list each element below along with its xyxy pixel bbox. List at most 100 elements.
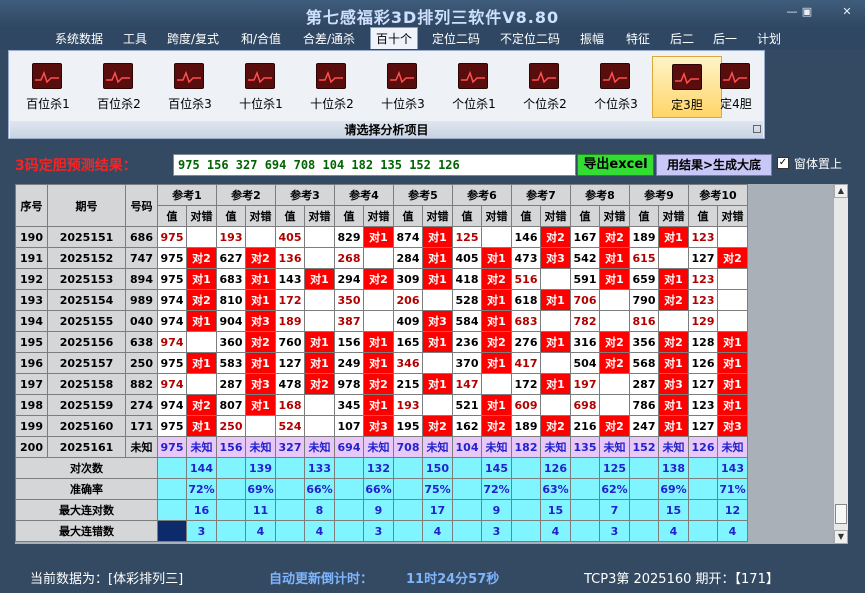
header-hit[interactable]: 对错 <box>540 205 571 227</box>
header-period[interactable]: 期号 <box>47 184 126 227</box>
ribbon-button[interactable]: 定4胆 <box>709 56 763 118</box>
table-row[interactable]: 193 2025154 989 974 对2 810 对1 172 350 206 528 对1 618… <box>15 289 748 311</box>
scroll-down-icon[interactable]: ▼ <box>834 530 848 544</box>
menu-item[interactable]: 特征 <box>626 30 650 47</box>
ribbon-button[interactable]: 十位杀2 <box>297 56 367 118</box>
topmost-checkbox[interactable]: ✓ <box>777 157 789 169</box>
menu-item[interactable]: 振幅 <box>580 30 604 47</box>
header-ref[interactable]: 参考7 <box>511 184 571 206</box>
header-hit[interactable]: 对错 <box>422 205 453 227</box>
ref-value-cell: 172 <box>275 289 305 311</box>
menu-item[interactable]: 百十个 <box>370 27 419 49</box>
header-ref[interactable]: 参考2 <box>216 184 276 206</box>
table-row[interactable]: 194 2025155 040 974 对1 904 对3 189 387 409 对3 584 对1 6… <box>15 310 748 332</box>
scroll-up-icon[interactable]: ▲ <box>834 184 848 198</box>
scroll-thumb[interactable] <box>835 504 847 524</box>
table-row[interactable]: 191 2025152 747 975 对2 627 对2 136 268 284 对1 405 对1 4… <box>15 247 748 269</box>
row-period: 2025154 <box>47 289 126 311</box>
header-hit[interactable]: 对错 <box>717 205 748 227</box>
ref-hit-cell: 对2 <box>422 415 453 437</box>
table-row[interactable]: 198 2025159 274 974 对2 807 对1 168 345 对1 193 521 对1 6… <box>15 394 748 416</box>
ribbon-button[interactable]: 百位杀1 <box>13 56 83 118</box>
ref-hit-cell <box>540 352 571 374</box>
menu-item[interactable]: 不定位二码 <box>500 30 560 47</box>
menu-item[interactable]: 后一 <box>713 30 737 47</box>
close-icon[interactable]: ✕ <box>837 5 857 19</box>
header-hit[interactable]: 对错 <box>599 205 630 227</box>
header-hit[interactable]: 对错 <box>304 205 335 227</box>
header-value[interactable]: 值 <box>393 205 423 227</box>
header-value[interactable]: 值 <box>275 205 305 227</box>
menu-item[interactable]: 计划 <box>757 30 781 47</box>
header-ref[interactable]: 参考5 <box>393 184 453 206</box>
ref-hit-cell: 对2 <box>540 226 571 248</box>
header-hit[interactable]: 对错 <box>481 205 512 227</box>
export-excel-button[interactable]: 导出excel <box>577 154 654 176</box>
table-row[interactable]: 197 2025158 882 974 287 对3 478 对2 978 对2 215 对1 147 1… <box>15 373 748 395</box>
row-period: 2025159 <box>47 394 126 416</box>
row-seq: 194 <box>15 310 48 332</box>
stats-value-cell: 139 <box>245 457 276 479</box>
stats-pad-cell <box>688 520 718 542</box>
ribbon-expand-icon[interactable] <box>753 125 761 133</box>
ribbon-button[interactable]: 个位杀2 <box>510 56 580 118</box>
result-field[interactable]: 975 156 327 694 708 104 182 135 152 126 <box>173 154 576 176</box>
header-hit[interactable]: 对错 <box>658 205 689 227</box>
header-value[interactable]: 值 <box>157 205 187 227</box>
vertical-scrollbar[interactable]: ▲ ▼ <box>833 184 848 544</box>
header-value[interactable]: 值 <box>452 205 482 227</box>
table-row[interactable]: 196 2025157 250 975 对1 583 对1 127 对1 249 对1 346 370 对… <box>15 352 748 374</box>
generate-base-button[interactable]: 用结果>生成大底 <box>656 154 772 176</box>
header-hit[interactable]: 对错 <box>245 205 276 227</box>
header-value[interactable]: 值 <box>629 205 659 227</box>
chart-icon <box>32 63 62 89</box>
header-value[interactable]: 值 <box>511 205 541 227</box>
ref-value-cell: 345 <box>334 394 364 416</box>
header-hit[interactable]: 对错 <box>363 205 394 227</box>
header-ref[interactable]: 参考4 <box>334 184 394 206</box>
ref-hit-cell: 对2 <box>363 268 394 290</box>
header-seq[interactable]: 序号 <box>15 184 48 227</box>
header-value[interactable]: 值 <box>570 205 600 227</box>
table-row[interactable]: 195 2025156 638 974 360 对2 760 对1 156 对1 165 对1 236 对… <box>15 331 748 353</box>
maximize-icon[interactable]: ▣ <box>797 5 817 19</box>
header-ref[interactable]: 参考3 <box>275 184 335 206</box>
ref-value-cell: 782 <box>570 310 600 332</box>
header-hit[interactable]: 对错 <box>186 205 217 227</box>
status-countdown-label: 自动更新倒计时： <box>269 572 374 587</box>
table-row[interactable]: 192 2025153 894 975 对1 683 对1 143 对1 294 对2 309 对1 41… <box>15 268 748 290</box>
ref-value-cell: 276 <box>511 331 541 353</box>
header-value[interactable]: 值 <box>216 205 246 227</box>
row-seq: 190 <box>15 226 48 248</box>
ribbon-button[interactable]: 个位杀1 <box>439 56 509 118</box>
table-row[interactable]: 190 2025151 686 975 193 405 829 对1 874 对1 125 146 对2… <box>15 226 748 248</box>
header-ref[interactable]: 参考9 <box>629 184 689 206</box>
header-number[interactable]: 号码 <box>125 184 158 227</box>
ribbon-button[interactable]: 个位杀3 <box>581 56 651 118</box>
header-ref[interactable]: 参考1 <box>157 184 217 206</box>
menu-item[interactable]: 后二 <box>670 30 694 47</box>
prediction-row[interactable]: 200 2025161 未知 975 未知 156 未知 327 未知 694 未知 708 未知 104… <box>15 436 748 458</box>
menu-item[interactable]: 合差/通杀 <box>303 30 355 47</box>
ref-hit-cell <box>304 289 335 311</box>
table-row[interactable]: 199 2025160 171 975 对1 250 524 107 对3 195 对2 162 对2 1… <box>15 415 748 437</box>
ref-value-cell: 516 <box>511 268 541 290</box>
ribbon-button[interactable]: 百位杀3 <box>155 56 225 118</box>
menu-item[interactable]: 和/合值 <box>241 30 281 47</box>
header-value[interactable]: 值 <box>688 205 718 227</box>
ref-hit-cell <box>245 226 276 248</box>
menu-item[interactable]: 系统数据 <box>55 30 103 47</box>
header-ref[interactable]: 参考10 <box>688 184 748 206</box>
header-ref[interactable]: 参考6 <box>452 184 512 206</box>
ribbon-button[interactable]: 十位杀3 <box>368 56 438 118</box>
header-value[interactable]: 值 <box>334 205 364 227</box>
ribbon-button[interactable]: 十位杀1 <box>226 56 296 118</box>
menu-item[interactable]: 跨度/复式 <box>167 30 219 47</box>
ref-hit-cell <box>186 226 217 248</box>
ref-value-cell: 127 <box>688 415 718 437</box>
ribbon-button[interactable]: 百位杀2 <box>84 56 154 118</box>
stats-pad-cell <box>275 478 305 500</box>
menu-item[interactable]: 定位二码 <box>432 30 480 47</box>
header-ref[interactable]: 参考8 <box>570 184 630 206</box>
menu-item[interactable]: 工具 <box>123 30 147 47</box>
